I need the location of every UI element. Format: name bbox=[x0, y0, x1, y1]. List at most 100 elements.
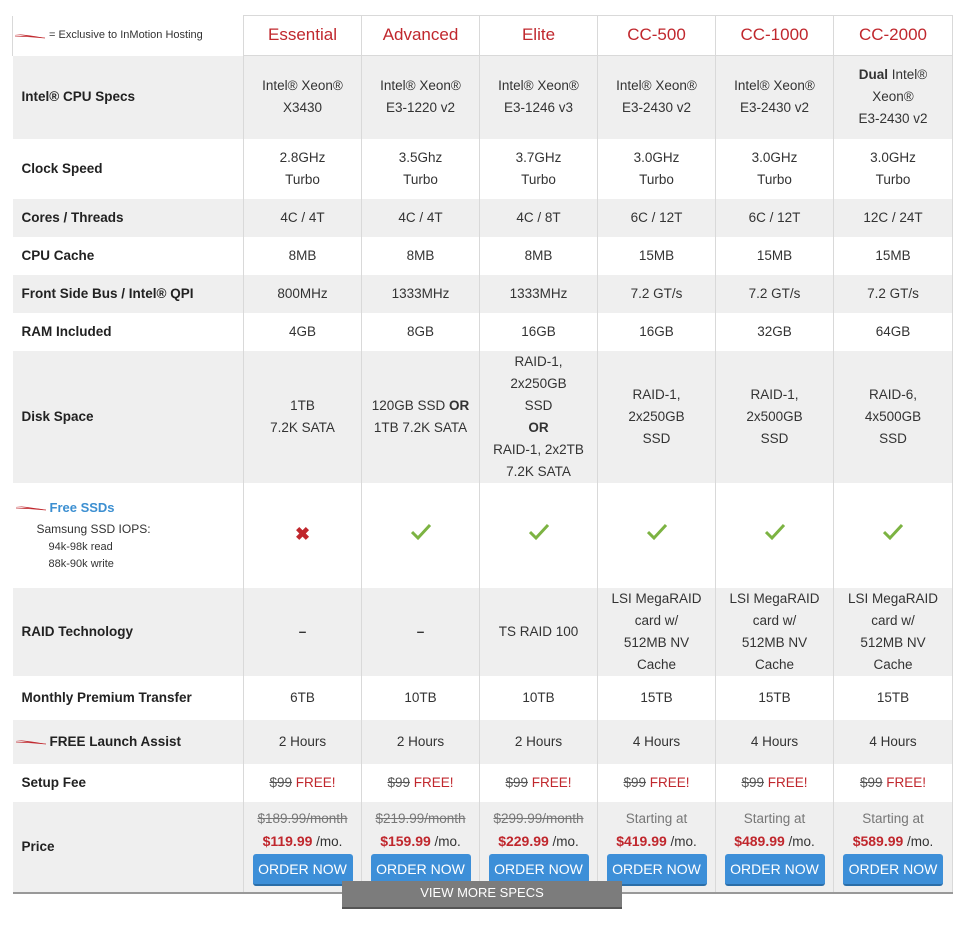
cell-line: E3-1220 v2 bbox=[385, 100, 456, 116]
cell-line: Intel® Xeon® bbox=[380, 78, 461, 94]
free-label: FREE! bbox=[410, 774, 454, 790]
check-icon bbox=[883, 523, 903, 540]
cell: 4C / 4T bbox=[243, 198, 362, 237]
plan-name: CC-2000 bbox=[858, 25, 928, 44]
swoosh-icon bbox=[15, 33, 45, 38]
cell: 15MB bbox=[597, 236, 716, 275]
cell: 7.2 GT/s bbox=[597, 274, 716, 313]
cell: $99 FREE! bbox=[361, 763, 480, 802]
row-label: RAM Included bbox=[12, 312, 244, 351]
ssd-iops-label: Samsung SSD IOPS: bbox=[36, 522, 151, 536]
cell-line: Intel® Xeon® bbox=[498, 78, 579, 94]
cell: Intel® Xeon® E3-2430 v2 bbox=[715, 55, 834, 139]
cell-line: 120GB SSD bbox=[371, 397, 450, 413]
order-now-button[interactable]: ORDER NOW bbox=[843, 853, 943, 886]
cell-line: 2.8GHz bbox=[279, 149, 326, 165]
cell-line: Xeon® bbox=[872, 89, 914, 105]
row-label: Price bbox=[12, 801, 244, 894]
free-label: FREE! bbox=[646, 774, 690, 790]
per-month: /mo. bbox=[548, 833, 579, 849]
row-label: Disk Space bbox=[12, 350, 244, 483]
cell-line: 3.5Ghz bbox=[398, 149, 443, 165]
cell: 3.0GHz Turbo bbox=[715, 138, 834, 199]
price-value: $229.99 bbox=[498, 832, 549, 849]
row-label-launch-assist: FREE Launch Assist bbox=[12, 719, 244, 764]
cell-line: Turbo bbox=[757, 171, 792, 187]
or-label: OR bbox=[449, 397, 470, 413]
cell: – bbox=[361, 587, 480, 676]
cell-line: 3.7GHz bbox=[515, 149, 562, 165]
row-free-ssds: Free SSDs Samsung SSD IOPS: 94k-98k read… bbox=[12, 482, 953, 588]
cell: 8MB bbox=[479, 236, 598, 275]
price-value: $119.99 bbox=[262, 832, 313, 849]
cell: 6C / 12T bbox=[715, 198, 834, 237]
row-label: Setup Fee bbox=[12, 763, 244, 802]
per-month: /mo. bbox=[784, 833, 815, 849]
plan-name: Essential bbox=[268, 25, 337, 44]
plan-header-cc1000: CC-1000 bbox=[715, 15, 834, 56]
row-label: FREE Launch Assist bbox=[49, 733, 182, 749]
cell-line: Turbo bbox=[521, 171, 556, 187]
cell-line: 1TB 7.2K SATA bbox=[373, 419, 468, 435]
cell-line: RAID-1, 2x250GB bbox=[510, 353, 567, 391]
dash: – bbox=[416, 623, 425, 639]
cell: 3.0GHz Turbo bbox=[597, 138, 716, 199]
cell: LSI MegaRAID card w/512MB NV Cache bbox=[597, 587, 716, 676]
cell-line: SSD bbox=[760, 430, 789, 446]
cell-line: Turbo bbox=[403, 171, 438, 187]
cell: 4 Hours bbox=[597, 719, 716, 764]
cell: 4 Hours bbox=[833, 719, 953, 764]
cell: $299.99/month $229.99 /mo. ORDER NOW bbox=[479, 801, 598, 894]
cell: 10TB bbox=[479, 675, 598, 720]
cell-line: 512MB NV Cache bbox=[860, 634, 926, 672]
cell-line: RAID-1, 2x250GB bbox=[628, 386, 685, 424]
old-fee: $99 bbox=[623, 774, 646, 790]
cell-line: card w/ bbox=[752, 612, 797, 628]
order-now-button[interactable]: ORDER NOW bbox=[252, 853, 353, 886]
plan-header-advanced: Advanced bbox=[361, 15, 480, 56]
cell: 2 Hours bbox=[479, 719, 598, 764]
cell: $99 FREE! bbox=[597, 763, 716, 802]
cell: 10TB bbox=[361, 675, 480, 720]
row-front-side-bus: Front Side Bus / Intel® QPI 800MHz 1333M… bbox=[12, 274, 953, 313]
comparison-table: = Exclusive to InMotion Hosting Essentia… bbox=[12, 15, 953, 894]
row-cpu-cache: CPU Cache 8MB 8MB 8MB 15MB 15MB 15MB bbox=[12, 236, 953, 275]
or-label: OR bbox=[528, 419, 549, 435]
cell-line: Intel® Xeon® bbox=[262, 78, 343, 94]
row-label-free-ssds: Free SSDs Samsung SSD IOPS: 94k-98k read… bbox=[12, 482, 244, 588]
cell: $99 FREE! bbox=[833, 763, 953, 802]
swoosh-icon bbox=[15, 506, 46, 511]
old-price: $299.99/month bbox=[493, 810, 584, 826]
cell: 15MB bbox=[833, 236, 953, 275]
check-icon bbox=[764, 523, 785, 540]
row-label: Intel® CPU Specs bbox=[12, 55, 244, 139]
price-value: $589.99 bbox=[852, 832, 904, 849]
order-now-button[interactable]: ORDER NOW bbox=[724, 853, 825, 886]
cell-line: X3430 bbox=[282, 100, 323, 116]
cell-line: Turbo bbox=[285, 171, 320, 187]
plan-header-essential: Essential bbox=[243, 15, 362, 56]
cell-line: Intel® Xeon® bbox=[616, 78, 697, 94]
free-label: FREE! bbox=[764, 774, 808, 790]
cell: RAID-1, 2x500GB SSD bbox=[715, 350, 834, 483]
per-month: /mo. bbox=[430, 833, 461, 849]
starting-at: Starting at bbox=[743, 810, 806, 826]
cell bbox=[479, 482, 598, 588]
cell: 6C / 12T bbox=[597, 198, 716, 237]
cell: TS RAID 100 bbox=[479, 587, 598, 676]
cell: RAID-6, 4x500GB SSD bbox=[833, 350, 953, 483]
cell-line: Turbo bbox=[875, 171, 911, 187]
row-price: Price $189.99/month $119.99 /mo. ORDER N… bbox=[12, 801, 953, 894]
cell-line: 512MB NV Cache bbox=[623, 634, 690, 672]
cell-line: card w/ bbox=[634, 612, 679, 628]
old-fee: $99 bbox=[741, 774, 764, 790]
cell: – bbox=[243, 587, 362, 676]
cell-line: 7.2K SATA bbox=[506, 463, 571, 479]
cell: $189.99/month $119.99 /mo. ORDER NOW bbox=[243, 801, 362, 894]
header-row: = Exclusive to InMotion Hosting Essentia… bbox=[12, 15, 953, 56]
starting-at: Starting at bbox=[625, 810, 688, 826]
check-icon bbox=[528, 523, 549, 540]
view-more-specs-button[interactable]: VIEW MORE SPECS bbox=[342, 881, 622, 909]
cell: 64GB bbox=[833, 312, 953, 351]
row-cpu-specs: Intel® CPU Specs Intel® Xeon® X3430 Intel… bbox=[12, 55, 953, 139]
